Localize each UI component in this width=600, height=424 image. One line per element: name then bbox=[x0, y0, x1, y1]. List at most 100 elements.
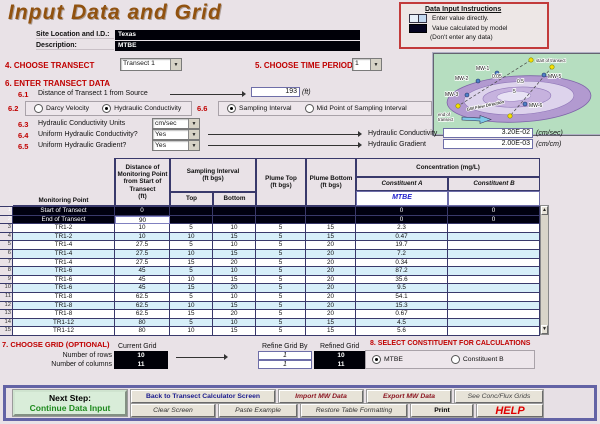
cell-plume-bottom[interactable]: 15 bbox=[306, 233, 356, 242]
help-button[interactable]: HELP bbox=[477, 404, 543, 417]
cell-plume-bottom[interactable]: 20 bbox=[306, 267, 356, 276]
cell-concentration-b[interactable] bbox=[448, 284, 540, 293]
cell-concentration-b[interactable] bbox=[448, 224, 540, 233]
uniform-gradient-dropdown[interactable]: Yes ▼ bbox=[152, 140, 200, 151]
distance-from-source-input[interactable]: 193 bbox=[251, 87, 300, 97]
cell-plume-bottom[interactable]: 15 bbox=[306, 327, 356, 336]
cell-distance[interactable]: 27.5 bbox=[115, 241, 170, 250]
cell-monitoring-point[interactable]: TR1-2 bbox=[13, 224, 115, 233]
radio-midpoint-sampling-interval[interactable] bbox=[305, 104, 314, 113]
cell-concentration-b[interactable] bbox=[448, 259, 540, 268]
cell-sampling-bottom[interactable]: 10 bbox=[213, 319, 256, 328]
cell-monitoring-point[interactable]: TR1-4 bbox=[13, 250, 115, 259]
cell-sampling-bottom[interactable]: 10 bbox=[213, 241, 256, 250]
cell-monitoring-point[interactable]: TR1-12 bbox=[13, 319, 115, 328]
cell-sampling-top[interactable]: 5 bbox=[170, 241, 213, 250]
cell-plume-bottom[interactable]: 20 bbox=[306, 302, 356, 311]
cell-sampling-top[interactable]: 10 bbox=[170, 302, 213, 311]
cell-monitoring-point[interactable]: TR1-8 bbox=[13, 293, 115, 302]
cell-plume-bottom[interactable]: 15 bbox=[306, 319, 356, 328]
cell-plume-bottom[interactable]: 20 bbox=[306, 310, 356, 319]
cell-monitoring-point[interactable]: TR1-6 bbox=[13, 276, 115, 285]
cell-plume-top[interactable]: 5 bbox=[256, 259, 306, 268]
chevron-down-icon[interactable]: ▼ bbox=[188, 141, 199, 150]
cell-plume-bottom[interactable]: 20 bbox=[306, 276, 356, 285]
cell-plume-top[interactable]: 5 bbox=[256, 276, 306, 285]
chevron-down-icon[interactable]: ▼ bbox=[188, 130, 199, 139]
cell-plume-top[interactable]: 5 bbox=[256, 319, 306, 328]
cell-sampling-bottom[interactable]: 10 bbox=[213, 293, 256, 302]
uniform-hk-dropdown[interactable]: Yes ▼ bbox=[152, 129, 200, 140]
cell-distance[interactable]: 80 bbox=[115, 319, 170, 328]
cell-sampling-bottom[interactable]: 15 bbox=[213, 250, 256, 259]
cell-concentration-b[interactable] bbox=[448, 276, 540, 285]
hydraulic-gradient-input[interactable]: 2.00E-03 bbox=[443, 139, 533, 149]
cell-concentration-a[interactable]: 0.34 bbox=[356, 259, 448, 268]
chevron-down-icon[interactable]: ▼ bbox=[188, 119, 199, 128]
cell-plume-top[interactable]: 5 bbox=[256, 302, 306, 311]
cell-distance[interactable]: 45 bbox=[115, 276, 170, 285]
cell-concentration-b[interactable] bbox=[448, 241, 540, 250]
radio-mtbe[interactable] bbox=[372, 355, 381, 364]
cell-sampling-top[interactable]: 15 bbox=[170, 310, 213, 319]
cell-distance[interactable]: 10 bbox=[115, 224, 170, 233]
cell-sampling-bottom[interactable]: 20 bbox=[213, 259, 256, 268]
cell-plume-top[interactable]: 5 bbox=[256, 250, 306, 259]
site-location-field[interactable]: Texas bbox=[115, 30, 360, 40]
cell-plume-top[interactable]: 5 bbox=[256, 224, 306, 233]
cell-concentration-a[interactable]: 15.3 bbox=[356, 302, 448, 311]
see-conc-flux-grids-button[interactable]: See Conc/Flux Grids bbox=[455, 390, 543, 403]
cell-sampling-bottom[interactable]: 10 bbox=[213, 224, 256, 233]
cell-concentration-a[interactable]: 2.3 bbox=[356, 224, 448, 233]
radio-hydraulic-conductivity[interactable] bbox=[102, 104, 111, 113]
refine-cols-input[interactable]: 1 bbox=[258, 360, 312, 369]
cell-concentration-a[interactable]: 0.67 bbox=[356, 310, 448, 319]
clear-screen-button[interactable]: Clear Screen bbox=[131, 404, 215, 417]
continue-data-input-button[interactable]: Next Step: Continue Data Input bbox=[13, 390, 127, 416]
cell-plume-top[interactable]: 5 bbox=[256, 267, 306, 276]
chevron-down-icon[interactable]: ▼ bbox=[370, 59, 381, 70]
cell-sampling-top[interactable]: 15 bbox=[170, 284, 213, 293]
cell-sampling-top[interactable]: 10 bbox=[170, 276, 213, 285]
table-scrollbar[interactable]: ▲ ▼ bbox=[540, 205, 549, 335]
print-button[interactable]: Print bbox=[411, 404, 473, 417]
radio-sampling-interval[interactable] bbox=[227, 104, 236, 113]
export-mw-data-button[interactable]: Export MW Data bbox=[367, 390, 451, 403]
cell-sampling-bottom[interactable]: 10 bbox=[213, 267, 256, 276]
import-mw-data-button[interactable]: Import MW Data bbox=[279, 390, 363, 403]
cell-plume-top[interactable]: 5 bbox=[256, 327, 306, 336]
cell-monitoring-point[interactable]: TR1-2 bbox=[13, 233, 115, 242]
cell-distance[interactable]: 10 bbox=[115, 233, 170, 242]
cell-plume-bottom[interactable]: 20 bbox=[306, 241, 356, 250]
cell-concentration-b[interactable] bbox=[448, 310, 540, 319]
cell-distance[interactable]: 27.5 bbox=[115, 250, 170, 259]
cell-concentration-a[interactable]: 5.6 bbox=[356, 327, 448, 336]
cell-concentration-b[interactable] bbox=[448, 302, 540, 311]
cell-sampling-top[interactable]: 5 bbox=[170, 293, 213, 302]
cell-concentration-a[interactable]: 7.2 bbox=[356, 250, 448, 259]
cell-concentration-b[interactable] bbox=[448, 267, 540, 276]
cell-concentration-b[interactable] bbox=[448, 293, 540, 302]
cell-concentration-a[interactable]: 0.47 bbox=[356, 233, 448, 242]
transect-dropdown[interactable]: Transect 1 ▼ bbox=[120, 58, 182, 71]
cell-monitoring-point[interactable]: TR1-4 bbox=[13, 259, 115, 268]
cell-concentration-a[interactable]: 35.6 bbox=[356, 276, 448, 285]
cell-sampling-top[interactable]: 10 bbox=[170, 233, 213, 242]
cell-plume-top[interactable]: 5 bbox=[256, 284, 306, 293]
description-field[interactable]: MTBE bbox=[115, 41, 360, 51]
cell-monitoring-point[interactable]: TR1-4 bbox=[13, 241, 115, 250]
cell-plume-top[interactable]: 5 bbox=[256, 293, 306, 302]
cell-sampling-bottom[interactable]: 20 bbox=[213, 284, 256, 293]
cell-monitoring-point[interactable]: TR1-12 bbox=[13, 327, 115, 336]
cell-monitoring-point[interactable]: TR1-6 bbox=[13, 267, 115, 276]
chevron-down-icon[interactable]: ▼ bbox=[170, 59, 181, 70]
cell-plume-bottom[interactable]: 15 bbox=[306, 224, 356, 233]
cell-distance[interactable]: 90 bbox=[115, 216, 170, 225]
cell-concentration-b[interactable] bbox=[448, 327, 540, 336]
cell-concentration-a[interactable]: 9.5 bbox=[356, 284, 448, 293]
cell-distance[interactable]: 45 bbox=[115, 284, 170, 293]
refine-rows-input[interactable]: 1 bbox=[258, 351, 312, 360]
back-to-transect-calculator-button[interactable]: Back to Transect Calculator Screen bbox=[131, 390, 275, 403]
cell-sampling-bottom[interactable]: 15 bbox=[213, 276, 256, 285]
scroll-down-button[interactable]: ▼ bbox=[541, 325, 548, 334]
